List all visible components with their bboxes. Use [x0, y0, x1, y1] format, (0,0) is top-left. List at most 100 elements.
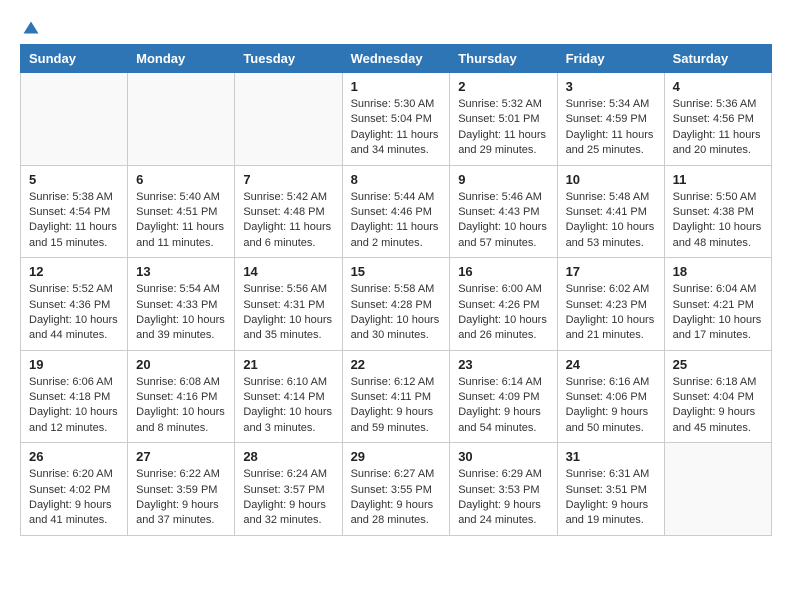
day-info: Sunrise: 5:48 AM Sunset: 4:41 PM Dayligh… — [566, 190, 656, 252]
weekday-header: Tuesday — [235, 45, 342, 73]
day-info: Sunrise: 5:52 AM Sunset: 4:36 PM Dayligh… — [29, 282, 119, 344]
day-number: 13 — [136, 264, 226, 279]
day-number: 19 — [29, 357, 119, 372]
weekday-header: Thursday — [450, 45, 557, 73]
day-number: 1 — [351, 79, 442, 94]
logo — [20, 20, 40, 34]
day-number: 28 — [243, 449, 333, 464]
day-number: 12 — [29, 264, 119, 279]
day-number: 11 — [673, 172, 763, 187]
day-info: Sunrise: 6:29 AM Sunset: 3:53 PM Dayligh… — [458, 467, 548, 529]
day-number: 3 — [566, 79, 656, 94]
day-number: 10 — [566, 172, 656, 187]
day-info: Sunrise: 6:10 AM Sunset: 4:14 PM Dayligh… — [243, 375, 333, 437]
weekday-header-row: SundayMondayTuesdayWednesdayThursdayFrid… — [21, 45, 772, 73]
calendar-cell: 12 Sunrise: 5:52 AM Sunset: 4:36 PM Dayli… — [21, 258, 128, 351]
day-info: Sunrise: 5:30 AM Sunset: 5:04 PM Dayligh… — [351, 97, 442, 159]
day-info: Sunrise: 5:40 AM Sunset: 4:51 PM Dayligh… — [136, 190, 226, 252]
calendar-week-row: 1 Sunrise: 5:30 AM Sunset: 5:04 PM Daylig… — [21, 73, 772, 166]
day-number: 5 — [29, 172, 119, 187]
calendar-cell: 13 Sunrise: 5:54 AM Sunset: 4:33 PM Dayli… — [128, 258, 235, 351]
calendar-cell: 19Sunrise: 6:06 AM Sunset: 4:18 PM Dayli… — [21, 350, 128, 443]
calendar-cell — [128, 73, 235, 166]
day-number: 14 — [243, 264, 333, 279]
day-info: Sunrise: 6:14 AM Sunset: 4:09 PM Dayligh… — [458, 375, 548, 437]
day-info: Sunrise: 5:34 AM Sunset: 4:59 PM Dayligh… — [566, 97, 656, 159]
page-header — [20, 20, 772, 34]
calendar-cell: 22Sunrise: 6:12 AM Sunset: 4:11 PM Dayli… — [342, 350, 450, 443]
day-number: 9 — [458, 172, 548, 187]
calendar-cell: 20 Sunrise: 6:08 AM Sunset: 4:16 PM Dayli… — [128, 350, 235, 443]
day-number: 7 — [243, 172, 333, 187]
day-info: Sunrise: 5:36 AM Sunset: 4:56 PM Dayligh… — [673, 97, 763, 159]
day-info: Sunrise: 6:18 AM Sunset: 4:04 PM Dayligh… — [673, 375, 763, 437]
day-info: Sunrise: 5:58 AM Sunset: 4:28 PM Dayligh… — [351, 282, 442, 344]
day-number: 6 — [136, 172, 226, 187]
day-info: Sunrise: 5:56 AM Sunset: 4:31 PM Dayligh… — [243, 282, 333, 344]
calendar-cell: 30 Sunrise: 6:29 AM Sunset: 3:53 PM Dayli… — [450, 443, 557, 536]
weekday-header: Wednesday — [342, 45, 450, 73]
day-info: Sunrise: 6:12 AM Sunset: 4:11 PM Dayligh… — [351, 375, 442, 437]
calendar-cell — [21, 73, 128, 166]
day-number: 24 — [566, 357, 656, 372]
weekday-header: Friday — [557, 45, 664, 73]
calendar-cell: 5Sunrise: 5:38 AM Sunset: 4:54 PM Daylig… — [21, 165, 128, 258]
day-info: Sunrise: 6:08 AM Sunset: 4:16 PM Dayligh… — [136, 375, 226, 437]
day-info: Sunrise: 6:04 AM Sunset: 4:21 PM Dayligh… — [673, 282, 763, 344]
weekday-header: Saturday — [664, 45, 771, 73]
calendar-table: SundayMondayTuesdayWednesdayThursdayFrid… — [20, 44, 772, 536]
day-number: 2 — [458, 79, 548, 94]
day-info: Sunrise: 6:16 AM Sunset: 4:06 PM Dayligh… — [566, 375, 656, 437]
day-info: Sunrise: 5:46 AM Sunset: 4:43 PM Dayligh… — [458, 190, 548, 252]
day-number: 30 — [458, 449, 548, 464]
calendar-cell: 23 Sunrise: 6:14 AM Sunset: 4:09 PM Dayli… — [450, 350, 557, 443]
day-info: Sunrise: 6:27 AM Sunset: 3:55 PM Dayligh… — [351, 467, 442, 529]
day-number: 29 — [351, 449, 442, 464]
calendar-cell: 7 Sunrise: 5:42 AM Sunset: 4:48 PM Daylig… — [235, 165, 342, 258]
day-info: Sunrise: 5:42 AM Sunset: 4:48 PM Dayligh… — [243, 190, 333, 252]
calendar-cell: 14 Sunrise: 5:56 AM Sunset: 4:31 PM Dayli… — [235, 258, 342, 351]
calendar-week-row: 5Sunrise: 5:38 AM Sunset: 4:54 PM Daylig… — [21, 165, 772, 258]
logo-icon — [22, 20, 40, 38]
calendar-cell: 31Sunrise: 6:31 AM Sunset: 3:51 PM Dayli… — [557, 443, 664, 536]
day-number: 15 — [351, 264, 442, 279]
day-number: 25 — [673, 357, 763, 372]
day-info: Sunrise: 6:20 AM Sunset: 4:02 PM Dayligh… — [29, 467, 119, 529]
calendar-cell: 18 Sunrise: 6:04 AM Sunset: 4:21 PM Dayli… — [664, 258, 771, 351]
day-number: 20 — [136, 357, 226, 372]
day-number: 26 — [29, 449, 119, 464]
day-info: Sunrise: 6:24 AM Sunset: 3:57 PM Dayligh… — [243, 467, 333, 529]
day-number: 4 — [673, 79, 763, 94]
calendar-cell: 3 Sunrise: 5:34 AM Sunset: 4:59 PM Daylig… — [557, 73, 664, 166]
day-info: Sunrise: 5:54 AM Sunset: 4:33 PM Dayligh… — [136, 282, 226, 344]
day-number: 16 — [458, 264, 548, 279]
day-number: 21 — [243, 357, 333, 372]
day-number: 27 — [136, 449, 226, 464]
calendar-cell: 1 Sunrise: 5:30 AM Sunset: 5:04 PM Daylig… — [342, 73, 450, 166]
calendar-cell: 29 Sunrise: 6:27 AM Sunset: 3:55 PM Dayli… — [342, 443, 450, 536]
weekday-header: Sunday — [21, 45, 128, 73]
day-number: 18 — [673, 264, 763, 279]
calendar-cell: 15 Sunrise: 5:58 AM Sunset: 4:28 PM Dayli… — [342, 258, 450, 351]
day-info: Sunrise: 5:50 AM Sunset: 4:38 PM Dayligh… — [673, 190, 763, 252]
calendar-cell: 2 Sunrise: 5:32 AM Sunset: 5:01 PM Daylig… — [450, 73, 557, 166]
calendar-cell: 9 Sunrise: 5:46 AM Sunset: 4:43 PM Daylig… — [450, 165, 557, 258]
calendar-cell: 25 Sunrise: 6:18 AM Sunset: 4:04 PM Dayli… — [664, 350, 771, 443]
calendar-cell: 28 Sunrise: 6:24 AM Sunset: 3:57 PM Dayli… — [235, 443, 342, 536]
calendar-cell: 16Sunrise: 6:00 AM Sunset: 4:26 PM Dayli… — [450, 258, 557, 351]
day-info: Sunrise: 6:02 AM Sunset: 4:23 PM Dayligh… — [566, 282, 656, 344]
calendar-cell — [235, 73, 342, 166]
calendar-cell: 11 Sunrise: 5:50 AM Sunset: 4:38 PM Dayli… — [664, 165, 771, 258]
calendar-cell: 27 Sunrise: 6:22 AM Sunset: 3:59 PM Dayli… — [128, 443, 235, 536]
day-number: 8 — [351, 172, 442, 187]
calendar-cell: 24 Sunrise: 6:16 AM Sunset: 4:06 PM Dayli… — [557, 350, 664, 443]
calendar-week-row: 19Sunrise: 6:06 AM Sunset: 4:18 PM Dayli… — [21, 350, 772, 443]
day-number: 23 — [458, 357, 548, 372]
calendar-cell: 8 Sunrise: 5:44 AM Sunset: 4:46 PM Daylig… — [342, 165, 450, 258]
day-info: Sunrise: 6:22 AM Sunset: 3:59 PM Dayligh… — [136, 467, 226, 529]
day-info: Sunrise: 5:32 AM Sunset: 5:01 PM Dayligh… — [458, 97, 548, 159]
calendar-cell: 6 Sunrise: 5:40 AM Sunset: 4:51 PM Daylig… — [128, 165, 235, 258]
day-info: Sunrise: 5:44 AM Sunset: 4:46 PM Dayligh… — [351, 190, 442, 252]
calendar-cell: 10 Sunrise: 5:48 AM Sunset: 4:41 PM Dayli… — [557, 165, 664, 258]
calendar-cell: 17Sunrise: 6:02 AM Sunset: 4:23 PM Dayli… — [557, 258, 664, 351]
